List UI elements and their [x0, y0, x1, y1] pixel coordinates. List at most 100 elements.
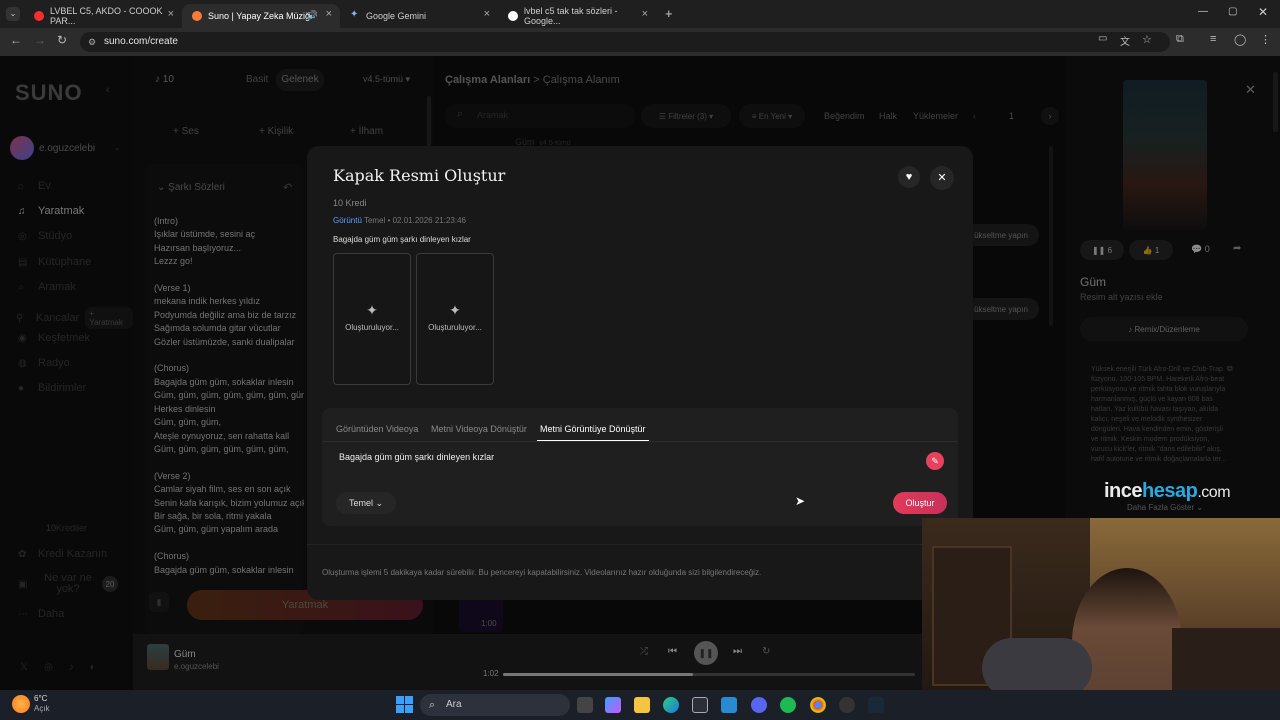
copilot-icon[interactable] — [605, 697, 621, 713]
webcam-headphones — [982, 638, 1092, 698]
site-info-icon[interactable]: ⚙ — [88, 32, 96, 52]
watermark-part: ince — [1104, 480, 1143, 502]
minimize-icon[interactable]: — — [1198, 6, 1208, 17]
next-icon[interactable]: ⏭ — [733, 646, 742, 657]
url-field[interactable]: ⚙ suno.com/create — [80, 32, 1170, 52]
chevron-down-icon: ⌄ — [375, 498, 384, 508]
steam-icon[interactable] — [868, 697, 884, 713]
google-icon — [508, 11, 518, 21]
tab-label: LVBEL C5, AKDO - COOOK PAR... — [50, 6, 163, 26]
extensions-icon[interactable]: ⧉ — [1176, 33, 1184, 46]
tab-label: Google Gemini — [366, 11, 427, 21]
reload-icon[interactable]: ↻ — [57, 33, 67, 47]
close-modal-icon[interactable]: ✕ — [930, 166, 954, 190]
menu-icon[interactable]: ⋮ — [1260, 33, 1271, 46]
placeholder-label: Oluşturuluyor... — [345, 323, 399, 332]
new-tab-button[interactable]: + — [665, 6, 673, 21]
modal-credits: 10 Kredi — [333, 198, 367, 208]
store-icon[interactable] — [692, 697, 708, 713]
generate-button[interactable]: Oluştur — [893, 492, 947, 514]
windows-start-icon[interactable] — [396, 696, 413, 713]
player-bar: Güm e.oguzcelebi ⤮ ⏮ ❚❚ ⏭ ↻ 1:02 — [133, 634, 923, 690]
weather-desc: Açık — [34, 704, 50, 713]
generation-meta: Görüntü Temel • 02.01.2026 21:23:46 — [333, 216, 466, 225]
mouse-cursor-icon: ➤ — [795, 494, 806, 508]
image-placeholder[interactable]: ✦ Oluşturuluyor... — [333, 253, 411, 385]
tab-image-to-video[interactable]: Görüntüden Videoya — [336, 424, 418, 434]
watermark: incehesap.com — [1104, 480, 1231, 503]
bookmark-star-icon[interactable]: ☆ — [1142, 33, 1152, 46]
close-window-icon[interactable]: ✕ — [1258, 5, 1268, 19]
cover-art-modal: Kapak Resmi Oluştur ♥ ✕ 10 Kredi Görüntü… — [307, 146, 973, 600]
meta-text: Temel • 02.01.2026 21:23:46 — [363, 216, 466, 225]
sparkle-icon: ✦ — [366, 302, 378, 318]
weather-icon[interactable] — [12, 695, 30, 713]
prompt-panel: Görüntüden Videoya Metni Videoya Dönüştü… — [322, 408, 958, 526]
gemini-icon: ✦ — [350, 9, 359, 20]
audio-playing-icon[interactable]: 🔊 — [307, 10, 318, 21]
tab-divider — [322, 441, 958, 442]
image-tag: Görüntü — [333, 216, 362, 225]
search-icon: ⌕ — [429, 699, 436, 711]
task-view-icon[interactable] — [577, 697, 593, 713]
close-tab-icon[interactable]: × — [168, 8, 174, 20]
chrome-icon[interactable] — [810, 697, 826, 713]
taskbar-search[interactable]: ⌕ Ara — [420, 694, 570, 716]
image-placeholder[interactable]: ✦ Oluşturuluyor... — [416, 253, 494, 385]
browser-tab-youtube[interactable]: LVBEL C5, AKDO - COOOK PAR... × — [24, 4, 182, 28]
browser-tab-bar: ⌄ LVBEL C5, AKDO - COOOK PAR... × Suno |… — [0, 0, 1280, 28]
youtube-icon — [34, 11, 44, 21]
close-tab-icon[interactable]: × — [326, 8, 332, 20]
close-tab-icon[interactable]: × — [484, 8, 490, 20]
tab-text-to-video[interactable]: Metni Videoya Dönüştür — [431, 424, 527, 434]
quality-select[interactable]: Temel ⌄ — [336, 492, 396, 514]
suno-favicon-icon — [192, 11, 202, 21]
tab-label: Suno | Yapay Zeka Müziği — [208, 11, 313, 21]
tab-list-icon[interactable]: ⌄ — [6, 7, 20, 21]
modal-title: Kapak Resmi Oluştur — [333, 166, 506, 185]
edge-icon[interactable] — [663, 697, 679, 713]
placeholder-label: Oluşturuluyor... — [428, 323, 482, 332]
watermark-part: hesap — [1142, 480, 1198, 502]
modal-footer-note: Oluşturma işlemi 5 dakikaya kadar sürebi… — [322, 568, 762, 577]
browser-tab-google[interactable]: lvbel c5 tak tak sözleri - Google... × — [498, 4, 656, 28]
weather-widget[interactable]: 6°C Açık — [34, 694, 50, 714]
player-current-time: 1:02 — [483, 669, 499, 678]
spotify-icon[interactable] — [780, 697, 796, 713]
heart-icon[interactable]: ♥ — [898, 166, 920, 188]
translate-icon[interactable]: 文 — [1120, 33, 1130, 48]
app-icon[interactable] — [721, 697, 737, 713]
file-explorer-icon[interactable] — [634, 697, 650, 713]
obs-icon[interactable] — [839, 697, 855, 713]
repeat-icon[interactable]: ↻ — [762, 646, 770, 657]
player-title[interactable]: Güm — [174, 649, 196, 660]
sparkle-icon: ✦ — [449, 302, 461, 318]
tab-label: lvbel c5 tak tak sözleri - Google... — [524, 6, 618, 26]
url-text: suno.com/create — [104, 36, 178, 47]
footer-divider — [307, 544, 973, 545]
previous-icon[interactable]: ⏮ — [668, 646, 677, 657]
progress-fill — [503, 673, 693, 676]
address-bar: ← → ↻ ⚙ suno.com/create ▭ 文 ☆ ⧉ ≡ ◯ ⋮ — [0, 28, 1280, 56]
weather-temp: 6°C — [34, 694, 48, 703]
close-tab-icon[interactable]: × — [642, 8, 648, 20]
cast-icon[interactable]: ▭ — [1098, 33, 1107, 44]
discord-icon[interactable] — [751, 697, 767, 713]
pause-button[interactable]: ❚❚ — [694, 641, 718, 665]
media-controls-icon[interactable]: ≡ — [1210, 33, 1216, 45]
magic-wand-icon[interactable]: ✎ — [926, 452, 944, 470]
watermark-part: .com — [1197, 484, 1231, 501]
forward-icon[interactable]: → — [34, 33, 46, 47]
progress-track[interactable] — [503, 673, 915, 676]
prompt-input[interactable]: Bagajda güm güm şarkı dinleyen kızlar — [339, 452, 494, 462]
profile-icon[interactable]: ◯ — [1234, 33, 1246, 46]
browser-tab-gemini[interactable]: ✦ Google Gemini × — [340, 4, 498, 28]
player-cover[interactable] — [147, 644, 169, 670]
tab-text-to-image[interactable]: Metni Görüntüye Dönüştür — [540, 424, 646, 434]
player-artist[interactable]: e.oguzcelebi — [174, 662, 219, 671]
browser-tab-suno[interactable]: Suno | Yapay Zeka Müziği 🔊 × — [182, 4, 340, 28]
prompt-echo: Bagajda güm güm şarkı dinleyen kızlar — [333, 235, 471, 244]
maximize-icon[interactable]: ▢ — [1228, 6, 1237, 17]
shuffle-icon[interactable]: ⤮ — [640, 646, 648, 657]
back-icon[interactable]: ← — [10, 33, 22, 47]
